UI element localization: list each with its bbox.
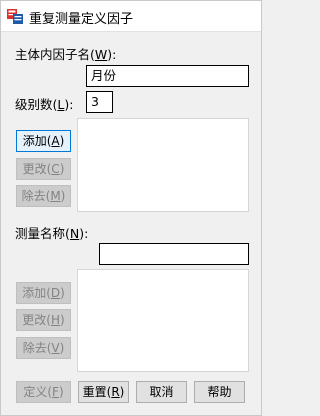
define-button[interactable]: 定义(F) (16, 381, 71, 403)
measure-name-field[interactable] (99, 243, 249, 265)
factor-name-label: 主体内因子名(W): (15, 47, 117, 62)
spss-app-icon (7, 8, 23, 24)
define-factors-dialog: 重复测量定义因子 主体内因子名(W): 月份 级别数(L): 3 添加(A) 更… (0, 0, 262, 416)
levels-label: 级别数(L): (15, 97, 74, 112)
measure-list[interactable] (77, 269, 249, 372)
factor-change-button[interactable]: 更改(C) (16, 158, 71, 180)
factor-add-button[interactable]: 添加(A) (16, 130, 71, 152)
measure-name-label: 测量名称(N): (15, 226, 89, 241)
measure-change-button[interactable]: 更改(H) (16, 309, 71, 331)
reset-button[interactable]: 重置(R) (78, 381, 129, 403)
levels-field[interactable]: 3 (86, 91, 113, 113)
title-bar: 重复测量定义因子 (1, 1, 261, 32)
factor-list[interactable] (77, 118, 249, 212)
help-button[interactable]: 帮助 (194, 381, 245, 403)
factor-remove-button[interactable]: 除去(M) (16, 185, 71, 207)
measure-remove-button[interactable]: 除去(V) (16, 337, 71, 359)
cancel-button[interactable]: 取消 (136, 381, 187, 403)
factor-name-field[interactable]: 月份 (86, 65, 249, 87)
window-title: 重复测量定义因子 (29, 12, 134, 27)
measure-add-button[interactable]: 添加(D) (16, 282, 71, 304)
